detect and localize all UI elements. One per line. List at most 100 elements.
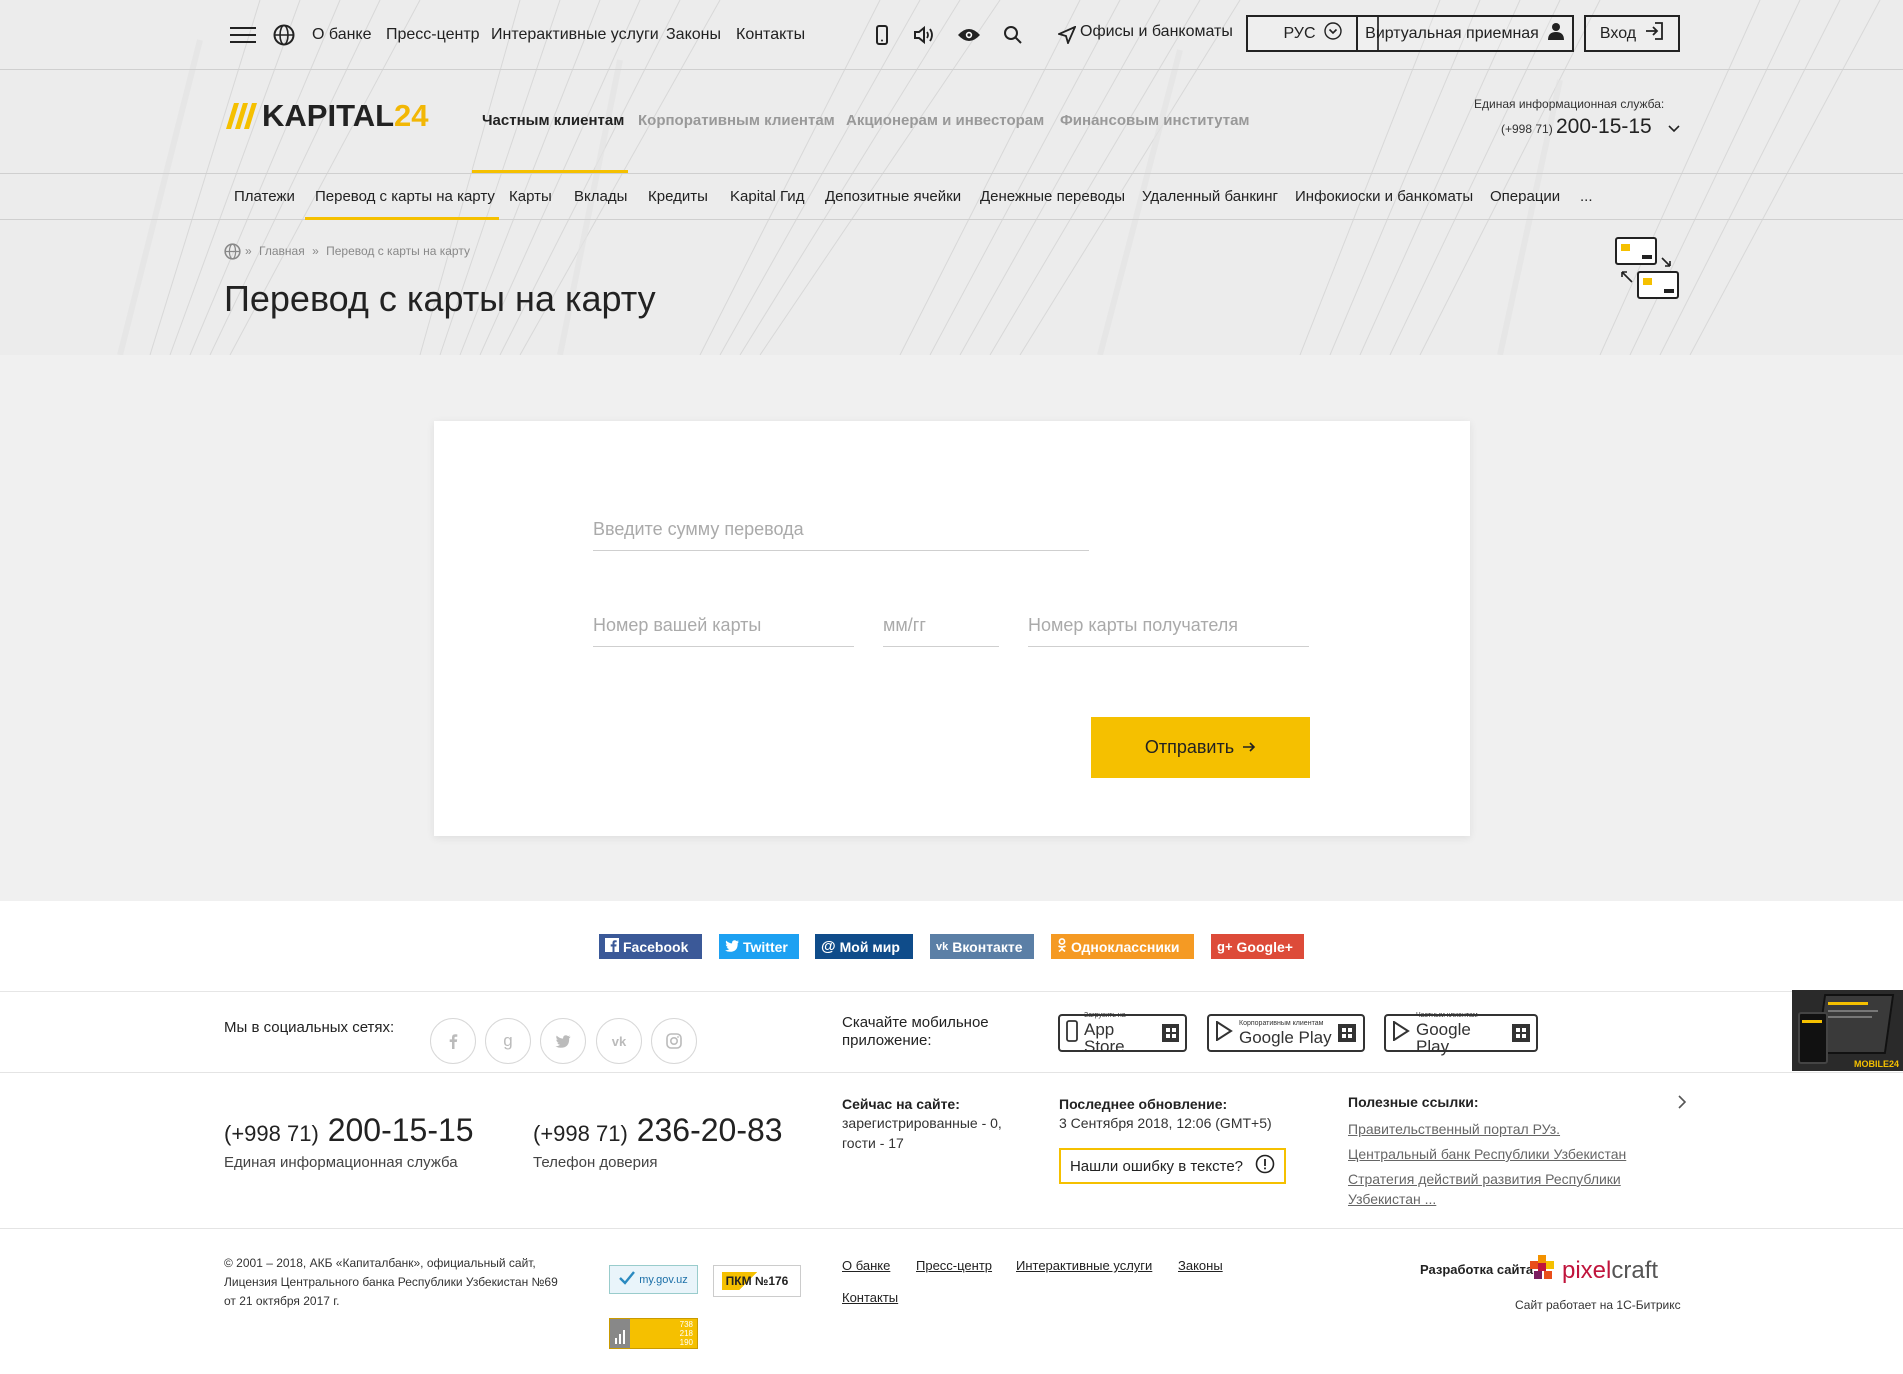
visitor-counter-badge[interactable]: 738 218 190 [609, 1318, 698, 1349]
recipient-card-number-input[interactable] [1028, 613, 1309, 647]
share-moimir-button[interactable]: @ Мой мир [815, 934, 913, 959]
footer-link-laws[interactable]: Законы [1178, 1258, 1223, 1273]
subnav-more[interactable]: ... [1580, 188, 1593, 205]
visually-impaired-eye-icon[interactable] [956, 22, 982, 48]
googleplay-corporate-badge[interactable]: Корпоративным клиентам Google Play [1207, 1014, 1365, 1052]
bank-logo[interactable]: KAPITAL 24 [224, 98, 429, 134]
globe-icon[interactable] [271, 22, 297, 48]
vk-glyph: vk [611, 1033, 627, 1049]
pixelcraft-logo[interactable]: pixelcraft [1530, 1255, 1658, 1286]
mygov-badge[interactable]: my.gov.uz [609, 1265, 698, 1294]
subnav-payments[interactable]: Платежи [234, 188, 295, 205]
topnav-services[interactable]: Интерактивные услуги [491, 26, 659, 44]
search-icon[interactable] [1000, 22, 1026, 48]
useful-link-central-bank[interactable]: Центральный банк Республики Узбекистан [1348, 1144, 1626, 1164]
useful-links-next-chevron-icon[interactable] [1677, 1094, 1687, 1115]
subnav-operations[interactable]: Операции [1490, 188, 1560, 205]
transfer-amount-input[interactable] [593, 517, 1089, 551]
footer-hotline-number: 200-15-15 [327, 1112, 474, 1148]
pixelcraft-text-1: pixel [1562, 1256, 1612, 1284]
logo-brand-text: KAPITAL [262, 98, 395, 133]
topnav-contacts[interactable]: Контакты [736, 26, 805, 44]
mainnav-shareholders[interactable]: Акционерам и инвесторам [846, 112, 1044, 129]
googleplay-private-badge[interactable]: Частным клиентам Google Play [1384, 1012, 1538, 1055]
breadcrumb-separator: » [245, 244, 252, 258]
online-now-registered: зарегистрированные - 0, [842, 1115, 1002, 1131]
footer-link-services[interactable]: Интерактивные услуги [1016, 1258, 1152, 1273]
phone-icon [1066, 1019, 1078, 1047]
subnav-safe-boxes[interactable]: Депозитные ячейки [825, 188, 961, 205]
hotline-chevron-down-icon[interactable] [1668, 120, 1680, 138]
subnav-kapital-guide[interactable]: Kapital Гид [730, 188, 804, 205]
virtual-reception-label: Виртуальная приемная [1365, 24, 1539, 42]
subnav-cards[interactable]: Карты [509, 188, 552, 205]
sound-icon[interactable] [911, 22, 937, 48]
play-icon [1215, 1019, 1233, 1046]
bitrix-credit: Сайт работает на 1С-Битрикс [1515, 1298, 1681, 1312]
pkm-badge[interactable]: ПКМ №176 [713, 1265, 801, 1297]
footer-link-about[interactable]: О банке [842, 1258, 890, 1273]
useful-link-gov-portal[interactable]: Правительственный портал РУз. [1348, 1119, 1560, 1139]
pkm-badge-label: ПКМ №176 [721, 1272, 793, 1290]
transfer-form-card: Отправить [434, 421, 1470, 836]
mainnav-private-clients[interactable]: Частным клиентам [482, 112, 624, 129]
appstore-small-label: Загрузить на [1084, 1011, 1126, 1019]
footer-twitter-icon[interactable] [540, 1018, 586, 1064]
footer-trust-phone[interactable]: (+998 71) 236-20-83 [533, 1112, 783, 1149]
useful-link-strategy[interactable]: Стратегия действий развития Республики [1348, 1169, 1621, 1189]
subnav-money-transfers[interactable]: Денежные переводы [980, 188, 1125, 205]
login-button[interactable]: Вход [1584, 15, 1680, 52]
subnav-remote-banking[interactable]: Удаленный банкинг [1142, 188, 1278, 205]
subnav-kiosks-atms[interactable]: Инфокиоски и банкоматы [1295, 188, 1473, 205]
mobile-icon[interactable] [869, 22, 895, 48]
menu-icon[interactable] [230, 22, 256, 48]
share-vkontakte-button[interactable]: vk Вконтакте [930, 934, 1034, 959]
topnav-about[interactable]: О банке [312, 26, 372, 44]
submit-button[interactable]: Отправить [1091, 717, 1310, 778]
hotline-code: (+998 71) [1501, 122, 1553, 136]
last-update-title: Последнее обновление: [1059, 1096, 1228, 1112]
topnav-laws[interactable]: Законы [666, 26, 721, 44]
subnav-card-transfer[interactable]: Перевод с карты на карту [315, 188, 495, 205]
footer-hotline-code: (+998 71) [224, 1121, 319, 1146]
mainnav-corporate-clients[interactable]: Корпоративным клиентам [638, 112, 835, 129]
footer-vk-icon[interactable]: vk [596, 1018, 642, 1064]
virtual-reception-button[interactable]: Виртуальная приемная [1356, 15, 1574, 52]
odnoklassniki-icon [1057, 938, 1067, 955]
topnav-press[interactable]: Пресс-центр [386, 26, 480, 44]
offices-atms-link[interactable]: Офисы и банкоматы [1080, 23, 1233, 41]
subnav-credits[interactable]: Кредиты [648, 188, 708, 205]
report-error-button[interactable]: Нашли ошибку в тексте? [1059, 1148, 1286, 1184]
googleplay-corporate-small-label: Корпоративным клиентам [1239, 1020, 1324, 1027]
share-facebook-label: Facebook [623, 938, 689, 955]
footer-facebook-icon[interactable] [430, 1018, 476, 1064]
share-bar: Facebook Twitter @ Мой мир vk Вконтакте … [0, 901, 1903, 991]
share-twitter-button[interactable]: Twitter [719, 934, 799, 959]
useful-link-strategy-cont[interactable]: Узбекистан ... [1348, 1189, 1436, 1209]
breadcrumb-globe-icon[interactable] [224, 243, 241, 265]
mainnav-financial-institutions[interactable]: Финансовым институтам [1060, 112, 1250, 129]
counter-bars-icon [610, 1319, 630, 1348]
page-title: Перевод с карты на карту [224, 278, 656, 319]
share-odnoklassniki-label: Одноклассники [1071, 938, 1180, 955]
location-arrow-icon[interactable] [1054, 22, 1080, 48]
developer-label: Разработка сайта [1420, 1262, 1534, 1277]
share-facebook-button[interactable]: Facebook [599, 934, 702, 959]
card-expiry-input[interactable] [883, 613, 999, 647]
footer-googleplus-icon[interactable]: g [485, 1018, 531, 1064]
subnav-deposits[interactable]: Вклады [574, 188, 627, 205]
mainnav-divider [0, 173, 1903, 174]
appstore-badge[interactable]: Загрузить на App Store [1058, 1011, 1187, 1055]
share-odnoklassniki-button[interactable]: Одноклассники [1051, 934, 1194, 959]
mobile24-promo-image[interactable]: MOBILE24 [1792, 990, 1903, 1071]
breadcrumb-home[interactable]: Главная [259, 244, 305, 258]
last-update-date: 3 Сентября 2018, 12:06 (GMT+5) [1059, 1115, 1272, 1131]
sender-card-number-input[interactable] [593, 613, 854, 647]
footer-link-contacts[interactable]: Контакты [842, 1290, 898, 1305]
googleplay-corporate-text: Корпоративным клиентам Google Play [1239, 1020, 1332, 1046]
share-googleplus-button[interactable]: g+ Google+ [1211, 934, 1304, 959]
footer-hotline-phone[interactable]: (+998 71) 200-15-15 [224, 1112, 474, 1149]
footer-instagram-icon[interactable] [651, 1018, 697, 1064]
footer-link-press[interactable]: Пресс-центр [916, 1258, 992, 1273]
user-icon [1547, 22, 1565, 45]
